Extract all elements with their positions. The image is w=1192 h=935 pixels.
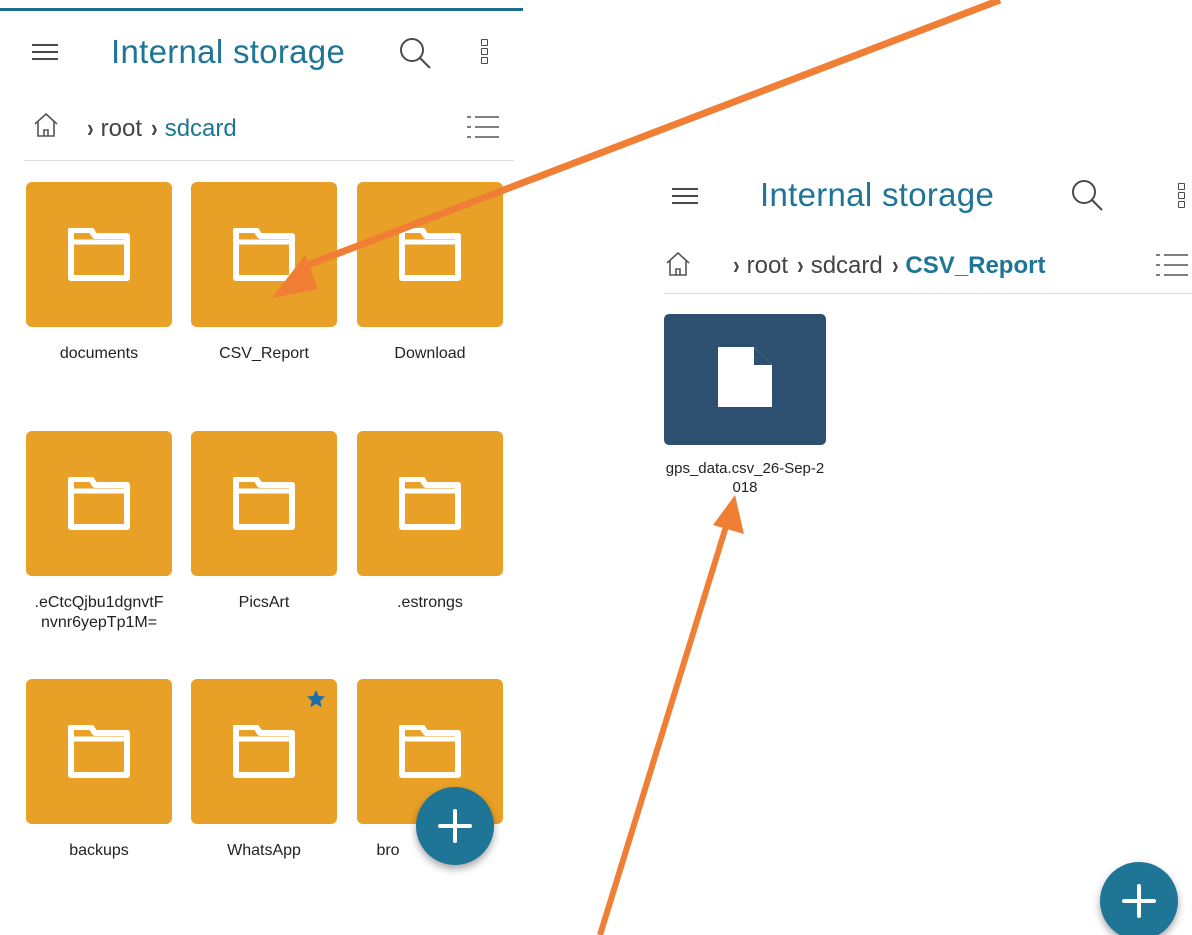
more-options-icon[interactable]: [481, 39, 491, 65]
breadcrumb-sdcard[interactable]: sdcard: [811, 252, 883, 280]
file-icon: [718, 347, 772, 407]
plus-icon: [438, 809, 472, 843]
folder-tile[interactable]: .eCtcQjbu1dgnvtF nvnr6yepTp1M=: [26, 431, 172, 633]
folder-tile[interactable]: Download: [357, 182, 503, 364]
home-icon[interactable]: [664, 250, 692, 278]
app-bar: Internal storage: [648, 160, 1192, 240]
breadcrumb-separator: ›: [151, 113, 158, 143]
breadcrumb-separator: ›: [797, 250, 804, 280]
star-icon: [306, 689, 326, 708]
folder-icon: [233, 725, 295, 778]
folder-icon: [68, 725, 130, 778]
breadcrumb-sdcard[interactable]: sdcard: [165, 115, 237, 143]
page-title: Internal storage: [111, 33, 346, 70]
left-screen: Internal storage › root › sdcard documen…: [0, 0, 523, 935]
folder-tile[interactable]: backups: [26, 679, 172, 861]
folder-name: .estrongs: [397, 594, 463, 611]
folder-name: .eCtcQjbu1dgnvtF nvnr6yepTp1M=: [34, 594, 164, 631]
divider: [24, 160, 514, 161]
folder-tile[interactable]: CSV_Report: [191, 182, 337, 364]
add-button[interactable]: [416, 787, 494, 865]
folder-name: documents: [59, 345, 139, 362]
folder-tile[interactable]: documents: [26, 182, 172, 364]
list-view-icon[interactable]: [1156, 252, 1188, 278]
file-tile[interactable]: gps_data.csv_26-Sep-2018: [664, 314, 826, 497]
folder-tile[interactable]: PicsArt: [191, 431, 337, 613]
divider: [664, 293, 1192, 294]
breadcrumb: › root › sdcard: [0, 102, 523, 152]
right-screen: Internal storage › root › sdcard › CSV_R…: [648, 160, 1192, 935]
folder-icon: [68, 477, 130, 530]
breadcrumb-separator: ›: [891, 250, 899, 280]
list-view-icon[interactable]: [467, 114, 499, 140]
breadcrumb-separator: ›: [87, 113, 94, 143]
breadcrumb-root[interactable]: root: [747, 252, 788, 280]
page-title: Internal storage: [760, 176, 995, 213]
folder-tile[interactable]: .estrongs: [357, 431, 503, 613]
folder-icon: [233, 228, 295, 281]
folder-name: Download: [394, 345, 466, 362]
file-name: gps_data.csv_26-Sep-2018: [665, 460, 825, 496]
folder-icon: [233, 477, 295, 530]
folder-name: CSV_Report: [219, 345, 309, 362]
folder-icon: [399, 477, 461, 530]
menu-icon[interactable]: [32, 42, 58, 62]
more-options-icon[interactable]: [1178, 183, 1188, 209]
folder-name: backups: [69, 842, 129, 859]
plus-icon: [1122, 884, 1156, 918]
folder-icon: [68, 228, 130, 281]
top-accent-line: [0, 8, 523, 11]
folder-icon: [399, 725, 461, 778]
folder-name: PicsArt: [238, 594, 290, 611]
breadcrumb-root[interactable]: root: [101, 115, 142, 143]
menu-icon[interactable]: [672, 186, 698, 206]
search-icon[interactable]: [1070, 178, 1104, 212]
app-bar: Internal storage: [0, 12, 523, 92]
folder-icon: [399, 228, 461, 281]
home-icon[interactable]: [32, 111, 60, 139]
folder-tile[interactable]: WhatsApp: [191, 679, 337, 861]
breadcrumb-csv-report[interactable]: CSV_Report: [905, 252, 1045, 280]
search-icon[interactable]: [398, 36, 432, 70]
add-button[interactable]: [1100, 862, 1178, 935]
breadcrumb-separator: ›: [733, 250, 740, 280]
breadcrumb: › root › sdcard › CSV_Report: [648, 239, 1192, 289]
